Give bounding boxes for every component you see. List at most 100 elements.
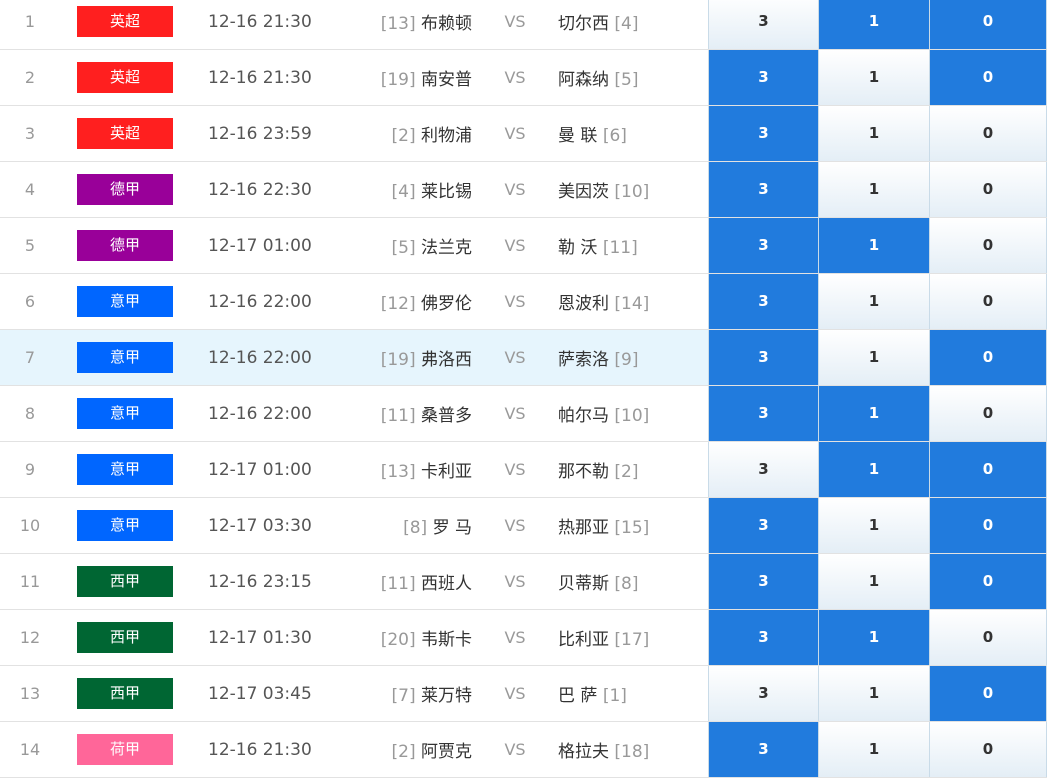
away-team[interactable]: 美因茨 [10]	[558, 177, 649, 202]
odds-loss-button[interactable]: 0	[930, 386, 1047, 441]
odds-win-button[interactable]: 3	[708, 442, 819, 497]
odds-draw-button[interactable]: 1	[819, 330, 930, 385]
odds-win-button[interactable]: 3	[708, 666, 819, 721]
match-row[interactable]: 9 意甲 12-17 01:00 [13] 卡利亚 VS 那不勒 [2] 3 1 0	[0, 442, 1047, 498]
league-badge[interactable]: 英超	[77, 118, 173, 149]
odds-loss-button[interactable]: 0	[930, 610, 1047, 665]
away-team[interactable]: 曼 联 [6]	[558, 121, 627, 146]
league-badge[interactable]: 英超	[77, 6, 173, 37]
odds-loss-button[interactable]: 0	[930, 666, 1047, 721]
odds-win-button[interactable]: 3	[708, 498, 819, 553]
league-badge[interactable]: 意甲	[77, 510, 173, 541]
away-team[interactable]: 切尔西 [4]	[558, 9, 639, 34]
odds-loss-button[interactable]: 0	[930, 722, 1047, 777]
odds-loss-button[interactable]: 0	[930, 218, 1047, 273]
match-row[interactable]: 11 西甲 12-16 23:15 [11] 西班人 VS 贝蒂斯 [8] 3 1 0	[0, 554, 1047, 610]
odds-draw-button[interactable]: 1	[819, 106, 930, 161]
away-team[interactable]: 阿森纳 [5]	[558, 65, 639, 90]
odds-loss-button[interactable]: 0	[930, 330, 1047, 385]
odds-loss-button[interactable]: 0	[930, 442, 1047, 497]
away-team[interactable]: 萨索洛 [9]	[558, 345, 639, 370]
odds-draw-button[interactable]: 1	[819, 50, 930, 105]
odds-win-button[interactable]: 3	[708, 274, 819, 329]
away-team[interactable]: 勒 沃 [11]	[558, 233, 638, 258]
home-team-name: 利物浦	[421, 126, 472, 146]
odds-draw-button[interactable]: 1	[819, 610, 930, 665]
match-row[interactable]: 5 德甲 12-17 01:00 [5] 法兰克 VS 勒 沃 [11] 3 1 0	[0, 218, 1047, 274]
odds-win-button[interactable]: 3	[708, 330, 819, 385]
away-team[interactable]: 比利亚 [17]	[558, 625, 649, 650]
odds-loss-button[interactable]: 0	[930, 554, 1047, 609]
odds-loss-button[interactable]: 0	[930, 162, 1047, 217]
home-team[interactable]: [4] 莱比锡	[392, 177, 473, 202]
odds-draw-button[interactable]: 1	[819, 218, 930, 273]
odds-draw-button[interactable]: 1	[819, 554, 930, 609]
league-badge[interactable]: 德甲	[77, 174, 173, 205]
home-team[interactable]: [12] 佛罗伦	[381, 289, 472, 314]
odds-win-button[interactable]: 3	[708, 218, 819, 273]
odds-loss-button[interactable]: 0	[930, 498, 1047, 553]
odds-draw-button[interactable]: 1	[819, 722, 930, 777]
odds-draw-button[interactable]: 1	[819, 0, 930, 49]
match-row[interactable]: 2 英超 12-16 21:30 [19] 南安普 VS 阿森纳 [5] 3 1 0	[0, 50, 1047, 106]
home-rank: [20]	[380, 630, 416, 650]
odds-win-button[interactable]: 3	[708, 386, 819, 441]
league-badge[interactable]: 荷甲	[77, 734, 173, 765]
odds-loss-button[interactable]: 0	[930, 0, 1047, 49]
odds-loss-button[interactable]: 0	[930, 274, 1047, 329]
odds-win-button[interactable]: 3	[708, 554, 819, 609]
away-team[interactable]: 恩波利 [14]	[558, 289, 649, 314]
league-badge[interactable]: 意甲	[77, 454, 173, 485]
match-row[interactable]: 10 意甲 12-17 03:30 [8] 罗 马 VS 热那亚 [15] 3 1 0	[0, 498, 1047, 554]
odds-win-button[interactable]: 3	[708, 0, 819, 49]
match-row[interactable]: 6 意甲 12-16 22:00 [12] 佛罗伦 VS 恩波利 [14] 3 1 0	[0, 274, 1047, 330]
home-team[interactable]: [11] 西班人	[381, 569, 472, 594]
odds-draw-button[interactable]: 1	[819, 386, 930, 441]
league-badge[interactable]: 西甲	[77, 622, 173, 653]
odds-win-button[interactable]: 3	[708, 162, 819, 217]
odds-draw-button[interactable]: 1	[819, 162, 930, 217]
away-team[interactable]: 格拉夫 [18]	[558, 737, 649, 762]
away-team[interactable]: 巴 萨 [1]	[558, 681, 627, 706]
league-badge[interactable]: 意甲	[77, 286, 173, 317]
odds-win-button[interactable]: 3	[708, 50, 819, 105]
match-row[interactable]: 7 意甲 12-16 22:00 [19] 弗洛西 VS 萨索洛 [9] 3 1 0	[0, 330, 1047, 386]
odds-loss-button[interactable]: 0	[930, 106, 1047, 161]
match-row[interactable]: 1 英超 12-16 21:30 [13] 布赖顿 VS 切尔西 [4] 3 1 0	[0, 0, 1047, 50]
odds-loss-button[interactable]: 0	[930, 50, 1047, 105]
home-team[interactable]: [19] 南安普	[381, 65, 472, 90]
league-badge[interactable]: 意甲	[77, 398, 173, 429]
league-badge[interactable]: 英超	[77, 62, 173, 93]
away-team[interactable]: 贝蒂斯 [8]	[558, 569, 639, 594]
home-team[interactable]: [20] 韦斯卡	[381, 625, 472, 650]
home-team[interactable]: [13] 布赖顿	[381, 9, 472, 34]
home-team[interactable]: [11] 桑普多	[381, 401, 472, 426]
home-team[interactable]: [8] 罗 马	[403, 513, 472, 538]
away-team[interactable]: 那不勒 [2]	[558, 457, 639, 482]
league-badge[interactable]: 意甲	[77, 342, 173, 373]
home-team[interactable]: [2] 阿贾克	[392, 737, 473, 762]
match-row[interactable]: 4 德甲 12-16 22:30 [4] 莱比锡 VS 美因茨 [10] 3 1 0	[0, 162, 1047, 218]
odds-draw-button[interactable]: 1	[819, 498, 930, 553]
away-team[interactable]: 热那亚 [15]	[558, 513, 649, 538]
home-team[interactable]: [19] 弗洛西	[381, 345, 472, 370]
league-badge[interactable]: 西甲	[77, 678, 173, 709]
match-row[interactable]: 13 西甲 12-17 03:45 [7] 莱万特 VS 巴 萨 [1] 3 1 0	[0, 666, 1047, 722]
odds-win-button[interactable]: 3	[708, 106, 819, 161]
home-team[interactable]: [7] 莱万特	[392, 681, 473, 706]
league-badge[interactable]: 西甲	[77, 566, 173, 597]
league-badge[interactable]: 德甲	[77, 230, 173, 261]
away-team[interactable]: 帕尔马 [10]	[558, 401, 649, 426]
match-row[interactable]: 3 英超 12-16 23:59 [2] 利物浦 VS 曼 联 [6] 3 1 0	[0, 106, 1047, 162]
odds-draw-button[interactable]: 1	[819, 442, 930, 497]
match-row[interactable]: 14 荷甲 12-16 21:30 [2] 阿贾克 VS 格拉夫 [18] 3 1 0	[0, 722, 1047, 778]
match-row[interactable]: 8 意甲 12-16 22:00 [11] 桑普多 VS 帕尔马 [10] 3 1 0	[0, 386, 1047, 442]
home-team[interactable]: [13] 卡利亚	[381, 457, 472, 482]
odds-win-button[interactable]: 3	[708, 610, 819, 665]
home-team[interactable]: [5] 法兰克	[392, 233, 473, 258]
odds-win-button[interactable]: 3	[708, 722, 819, 777]
odds-draw-button[interactable]: 1	[819, 274, 930, 329]
match-row[interactable]: 12 西甲 12-17 01:30 [20] 韦斯卡 VS 比利亚 [17] 3 1 0	[0, 610, 1047, 666]
home-team[interactable]: [2] 利物浦	[392, 121, 473, 146]
odds-draw-button[interactable]: 1	[819, 666, 930, 721]
